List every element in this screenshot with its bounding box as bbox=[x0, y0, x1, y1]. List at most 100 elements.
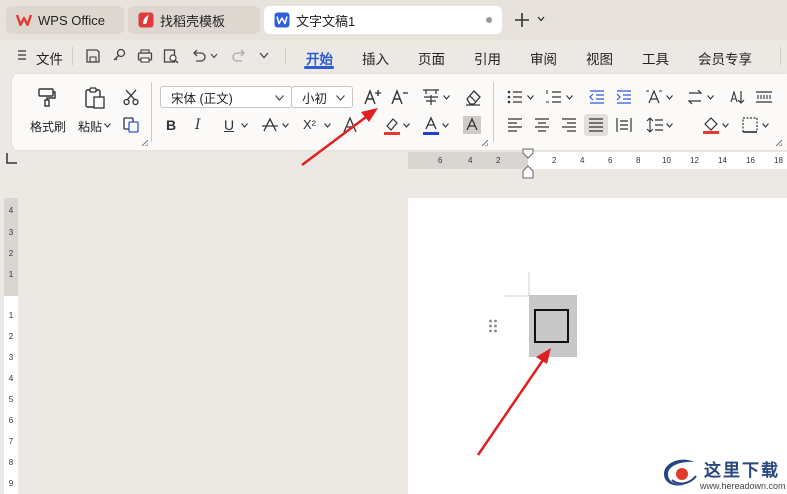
print-icon[interactable] bbox=[136, 47, 154, 65]
italic-button[interactable]: I bbox=[195, 117, 201, 133]
chevron-down-icon bbox=[336, 95, 345, 101]
tab-docer-templates[interactable]: 找稻壳模板 bbox=[128, 6, 260, 34]
ruler-tick: 6 bbox=[8, 416, 14, 425]
ruler-corner-icon[interactable] bbox=[6, 152, 18, 164]
menu-view[interactable]: 视图 bbox=[586, 48, 613, 68]
drag-handle-icon[interactable] bbox=[488, 318, 498, 334]
chevron-down-icon[interactable] bbox=[282, 123, 289, 128]
menu-file[interactable]: 文件 bbox=[36, 48, 63, 68]
paste-label[interactable]: 粘贴 bbox=[78, 118, 102, 135]
menu-home[interactable]: 开始 bbox=[306, 48, 333, 68]
highlight-icon[interactable] bbox=[383, 116, 401, 136]
underline-chevron-icon[interactable] bbox=[241, 123, 248, 128]
ruler-tick: 6 bbox=[438, 156, 443, 165]
save-icon[interactable] bbox=[84, 47, 102, 65]
format-painter-icon[interactable] bbox=[36, 86, 58, 108]
ruler-tick: 7 bbox=[8, 437, 14, 446]
font-color-icon[interactable] bbox=[422, 116, 440, 136]
show-hide-marks-icon[interactable] bbox=[755, 88, 773, 106]
align-center-icon[interactable] bbox=[533, 116, 551, 134]
chevron-down-icon[interactable] bbox=[536, 14, 546, 24]
increase-font-size-icon[interactable] bbox=[363, 87, 383, 107]
sort-icon[interactable] bbox=[728, 88, 746, 106]
clear-format-icon[interactable] bbox=[463, 87, 483, 107]
menu-insert[interactable]: 插入 bbox=[362, 48, 389, 68]
format-painter-label[interactable]: 格式刷 bbox=[30, 118, 66, 135]
borders-icon[interactable] bbox=[741, 116, 759, 134]
redo-icon[interactable] bbox=[230, 47, 248, 65]
chevron-down-icon[interactable] bbox=[443, 95, 450, 100]
clipboard-expand-icon[interactable] bbox=[142, 140, 148, 146]
chevron-down-icon[interactable] bbox=[324, 123, 331, 128]
paste-icon[interactable] bbox=[83, 86, 107, 110]
print-preview-icon[interactable] bbox=[162, 47, 180, 65]
chevron-down-icon[interactable] bbox=[442, 123, 449, 128]
underline-button[interactable]: U bbox=[224, 117, 234, 133]
chevron-down-icon[interactable] bbox=[666, 123, 673, 128]
phonetic-guide-icon[interactable] bbox=[420, 87, 442, 107]
decrease-font-size-icon[interactable] bbox=[390, 87, 410, 107]
font-expand-icon[interactable] bbox=[482, 140, 488, 146]
docer-logo-icon bbox=[138, 12, 154, 28]
undo-icon[interactable] bbox=[190, 47, 208, 65]
strikethrough-icon[interactable] bbox=[261, 116, 279, 134]
chevron-down-icon[interactable] bbox=[707, 95, 714, 100]
font-name-value: 宋体 (正文) bbox=[171, 91, 233, 106]
checkbox-symbol[interactable] bbox=[534, 309, 569, 343]
decrease-indent-icon[interactable] bbox=[588, 88, 606, 106]
tab-modified-dot-icon[interactable] bbox=[486, 17, 492, 23]
chevron-down-icon[interactable] bbox=[403, 123, 410, 128]
font-size-dropdown[interactable]: 小初 bbox=[291, 86, 353, 108]
ribbon-divider bbox=[493, 82, 494, 142]
justify-icon[interactable] bbox=[587, 116, 605, 134]
indent-marker-icon[interactable] bbox=[522, 148, 534, 180]
share-link-icon[interactable] bbox=[110, 47, 128, 65]
cut-icon[interactable] bbox=[122, 88, 140, 106]
document-page[interactable] bbox=[408, 198, 787, 494]
ruler-tick: 2 bbox=[8, 249, 14, 258]
menu-member[interactable]: 会员专享 bbox=[698, 48, 752, 68]
numbered-list-icon[interactable] bbox=[545, 88, 563, 106]
line-spacing-icon[interactable] bbox=[646, 116, 664, 134]
ruler-tick: 4 bbox=[8, 374, 14, 383]
menu-references[interactable]: 引用 bbox=[474, 48, 501, 68]
hamburger-icon[interactable] bbox=[18, 49, 28, 61]
menu-review[interactable]: 审阅 bbox=[530, 48, 557, 68]
menu-divider bbox=[285, 47, 286, 65]
vertical-ruler[interactable]: 4 3 2 1 1 2 3 4 5 6 7 8 9 bbox=[4, 198, 18, 494]
bullet-list-icon[interactable] bbox=[506, 88, 524, 106]
shading-icon[interactable] bbox=[702, 115, 720, 135]
tab-document[interactable]: 文字文稿1 bbox=[264, 6, 502, 34]
paste-chevron-icon[interactable] bbox=[104, 123, 111, 128]
superscript-button[interactable]: X² bbox=[303, 117, 316, 132]
menu-tools[interactable]: 工具 bbox=[642, 48, 669, 68]
chevron-down-icon bbox=[275, 95, 284, 101]
text-effect-icon[interactable] bbox=[342, 116, 362, 134]
ruler-tick: 4 bbox=[468, 156, 473, 165]
tab-wps-office[interactable]: WPS Office bbox=[6, 6, 124, 34]
paragraph-expand-icon[interactable] bbox=[776, 140, 782, 146]
watermark-text: 这里下载 bbox=[704, 461, 780, 481]
chevron-down-icon[interactable] bbox=[666, 95, 673, 100]
ruler-tick: 8 bbox=[636, 156, 641, 165]
distributed-align-icon[interactable] bbox=[615, 116, 633, 134]
copy-icon[interactable] bbox=[122, 116, 140, 134]
menu-page[interactable]: 页面 bbox=[418, 48, 445, 68]
align-left-icon[interactable] bbox=[506, 116, 524, 134]
ruler-tick: 1 bbox=[8, 311, 14, 320]
add-tab-icon[interactable] bbox=[512, 10, 532, 30]
align-right-icon[interactable] bbox=[560, 116, 578, 134]
font-name-dropdown[interactable]: 宋体 (正文) bbox=[160, 86, 292, 108]
chevron-down-icon[interactable] bbox=[762, 123, 769, 128]
bold-button[interactable]: B bbox=[166, 117, 176, 133]
text-direction-icon[interactable] bbox=[645, 88, 663, 106]
text-flow-icon[interactable] bbox=[686, 88, 704, 106]
character-shading-icon[interactable] bbox=[463, 116, 481, 134]
menu-divider bbox=[72, 47, 73, 65]
chevron-down-icon[interactable] bbox=[527, 95, 534, 100]
quick-access-chevron-icon[interactable] bbox=[259, 52, 269, 59]
chevron-down-icon[interactable] bbox=[566, 95, 573, 100]
chevron-down-icon[interactable] bbox=[722, 123, 729, 128]
undo-chevron-icon[interactable] bbox=[210, 53, 218, 59]
increase-indent-icon[interactable] bbox=[615, 88, 633, 106]
